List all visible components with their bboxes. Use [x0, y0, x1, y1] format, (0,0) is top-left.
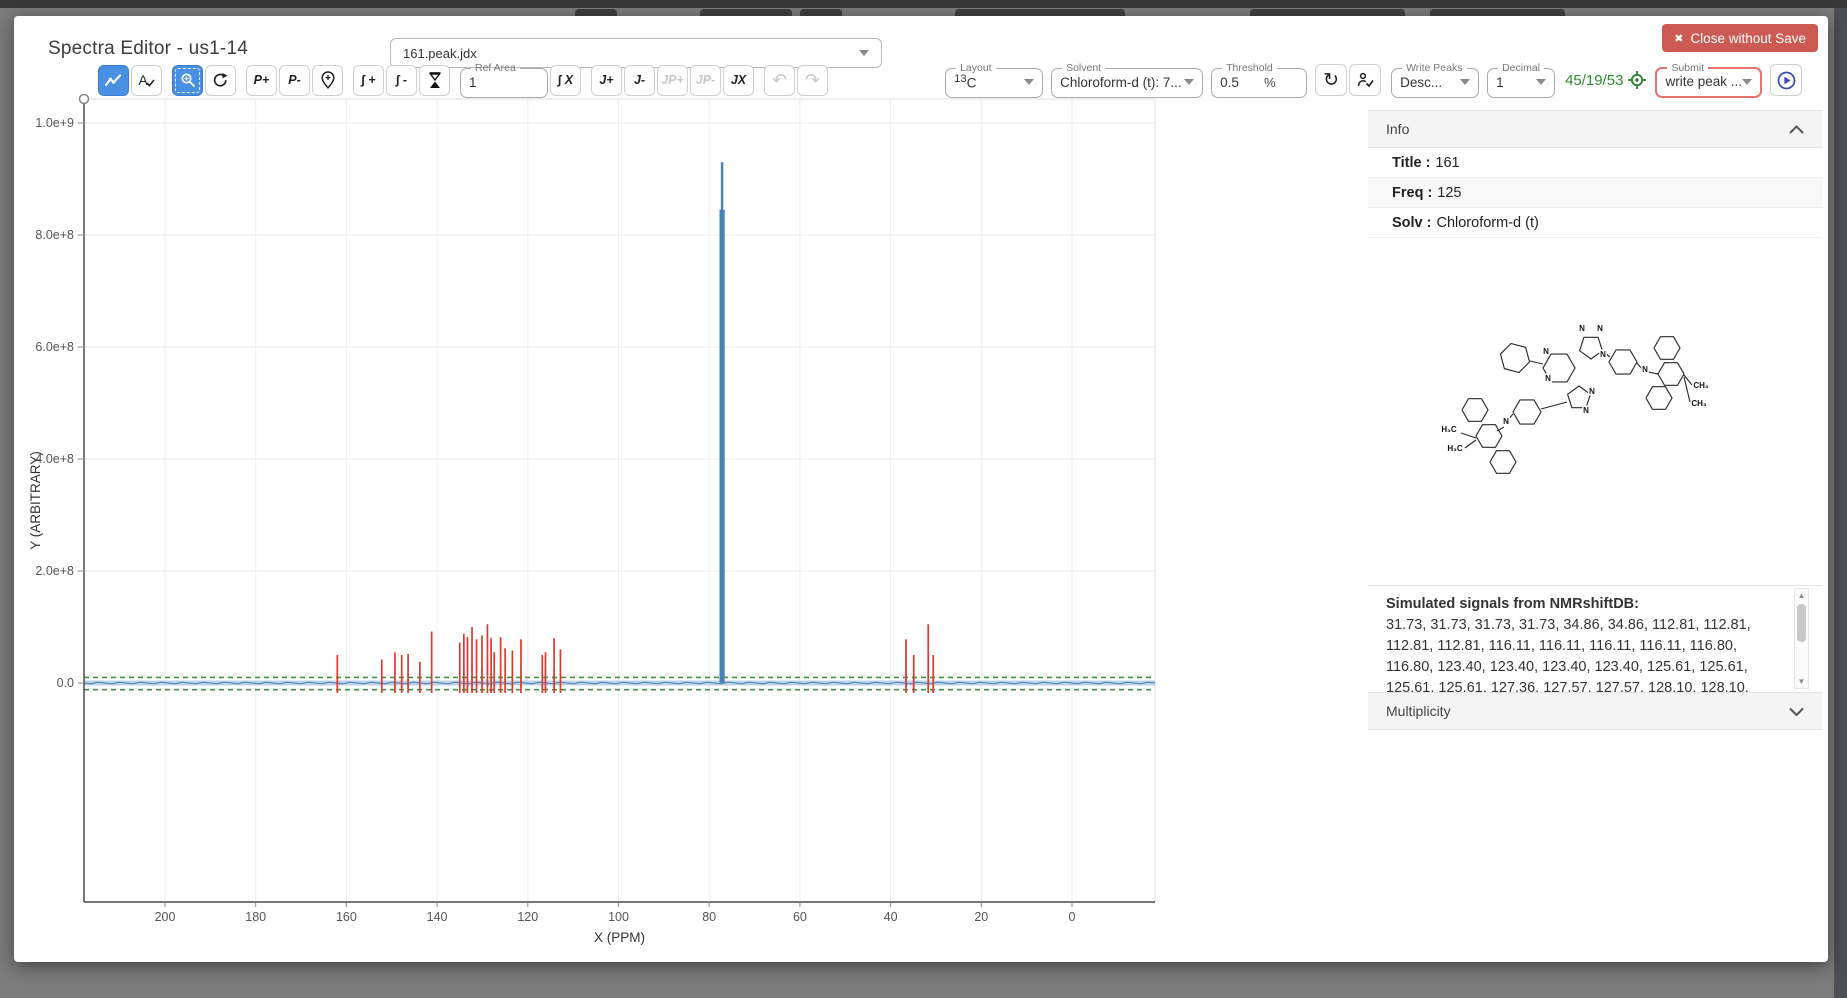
x-tick-label: 20: [974, 910, 988, 924]
info-title-label: Title :: [1392, 155, 1430, 171]
atom-label: CH₃: [1693, 381, 1709, 390]
atom-label: H₃C: [1447, 444, 1462, 453]
x-tick-label: 120: [517, 910, 538, 924]
atom-label: N: [1583, 406, 1589, 415]
atom-label: N: [1545, 374, 1551, 383]
y-tick-label: 8.0e+8: [35, 228, 74, 242]
refresh-peaks-button[interactable]: ↻: [1315, 64, 1347, 96]
chevron-down-icon: [1460, 79, 1470, 85]
threshold-input[interactable]: [1220, 75, 1264, 90]
x-tick-label: 60: [793, 910, 807, 924]
close-without-save-button[interactable]: ✖ Close without Save: [1662, 24, 1818, 52]
write-peaks-label: Write Peaks: [1402, 62, 1466, 74]
info-header-label: Info: [1386, 121, 1409, 137]
signals-values: 31.73, 31.73, 31.73, 31.73, 34.86, 34.86…: [1386, 617, 1751, 692]
x-tick-label: 160: [336, 910, 357, 924]
submit-value: write peak ...: [1665, 74, 1742, 89]
write-peaks-value: Desc...: [1400, 75, 1460, 90]
write-peaks-fieldset: Write Peaks Desc...: [1391, 62, 1479, 98]
multiplicity-accordion-header[interactable]: Multiplicity: [1368, 692, 1822, 730]
molecule-structure: N N N N N N N N N CH₃ CH₃ H₃C H₃C: [1409, 314, 1781, 518]
atom-label: CH₃: [1691, 399, 1707, 408]
x-tick-label: 200: [155, 910, 176, 924]
person-check-icon: [1357, 72, 1374, 88]
x-tick-label: 140: [427, 910, 448, 924]
simulated-signals-block[interactable]: Simulated signals from NMRshiftDB: 31.73…: [1368, 585, 1822, 692]
atom-label: N: [1589, 387, 1595, 396]
submit-label: Submit: [1667, 62, 1708, 74]
info-title-value: 161: [1435, 155, 1459, 171]
atom-label: N: [1600, 350, 1606, 359]
decimal-select[interactable]: 1: [1496, 75, 1546, 90]
atom-label: N: [1503, 417, 1509, 426]
threshold-unit: %: [1264, 75, 1276, 90]
y-axis-title: Y (ARBITRARY): [28, 451, 43, 550]
info-row-solv: Solv : Chloroform-d (t): [1368, 208, 1822, 238]
play-icon: [1777, 71, 1796, 90]
atom-label: N: [1642, 365, 1648, 374]
y-tick-label: 2.0e+8: [35, 564, 74, 578]
chevron-down-icon: [1789, 707, 1804, 716]
scroll-down-icon[interactable]: ▼: [1795, 675, 1808, 688]
info-solv-label: Solv :: [1392, 215, 1431, 231]
spectra-editor-modal: Spectra Editor - us1-14 161.peak.jdx ✖ C…: [14, 16, 1828, 962]
y-tick-label: 1.0e+9: [35, 116, 74, 130]
multiplicity-header-label: Multiplicity: [1386, 703, 1451, 719]
x-tick-label: 180: [245, 910, 266, 924]
write-peaks-select[interactable]: Desc...: [1400, 75, 1470, 90]
x-tick-label: 100: [608, 910, 629, 924]
atom-label: N: [1579, 324, 1585, 333]
target-icon[interactable]: [1627, 70, 1647, 90]
spectrum-chart[interactable]: 2001801601401201008060402000.02.0e+84.0e…: [14, 16, 1194, 946]
threshold-label: Threshold: [1222, 62, 1277, 74]
validate-peaks-button[interactable]: [1349, 64, 1381, 96]
chevron-down-icon: [1742, 79, 1752, 85]
chevron-down-icon: [1536, 79, 1546, 85]
info-freq-label: Freq :: [1392, 185, 1432, 201]
close-button-label: Close without Save: [1690, 31, 1806, 46]
signals-title: Simulated signals from NMRshiftDB:: [1386, 594, 1786, 615]
submit-fieldset: Submit write peak ...: [1655, 62, 1762, 98]
decimal-value: 1: [1496, 75, 1536, 90]
scrollbar-thumb[interactable]: [1797, 604, 1806, 642]
submit-select[interactable]: write peak ...: [1665, 74, 1752, 89]
chevron-up-icon: [1789, 125, 1804, 134]
y-tick-label: 6.0e+8: [35, 340, 74, 354]
atom-label: H₃C: [1441, 425, 1456, 434]
info-panel: Info Title : 161 Freq : 125 Solv : Chlor…: [1368, 110, 1822, 958]
close-icon: ✖: [1674, 32, 1683, 45]
refresh-icon: ↻: [1323, 71, 1339, 90]
x-tick-label: 0: [1069, 910, 1076, 924]
threshold-fieldset: Threshold %: [1211, 62, 1307, 98]
info-freq-value: 125: [1437, 185, 1461, 201]
signals-scrollbar[interactable]: ▲ ▼: [1794, 588, 1809, 689]
info-solv-value: Chloroform-d (t): [1436, 215, 1538, 231]
y-tick-label: 0.0: [57, 676, 74, 690]
background-top-strip: [0, 0, 1847, 8]
info-accordion-header[interactable]: Info: [1368, 110, 1822, 148]
x-tick-label: 80: [702, 910, 716, 924]
window-scrollbar[interactable]: [1834, 8, 1847, 998]
scroll-up-icon[interactable]: ▲: [1795, 589, 1808, 602]
peak-counter: 45/19/53: [1565, 72, 1623, 89]
atom-label: N: [1597, 324, 1603, 333]
plot-corner-handle: [80, 95, 89, 104]
decimal-label: Decimal: [1498, 62, 1544, 74]
submit-run-button[interactable]: [1770, 64, 1802, 96]
x-axis-title: X (PPM): [594, 930, 645, 945]
x-tick-label: 40: [884, 910, 898, 924]
info-row-freq: Freq : 125: [1368, 178, 1822, 208]
atom-label: N: [1543, 347, 1549, 356]
info-row-title: Title : 161: [1368, 148, 1822, 178]
molecule-zone: N N N N N N N N N CH₃ CH₃ H₃C H₃C: [1368, 238, 1822, 585]
decimal-fieldset: Decimal 1: [1487, 62, 1555, 98]
